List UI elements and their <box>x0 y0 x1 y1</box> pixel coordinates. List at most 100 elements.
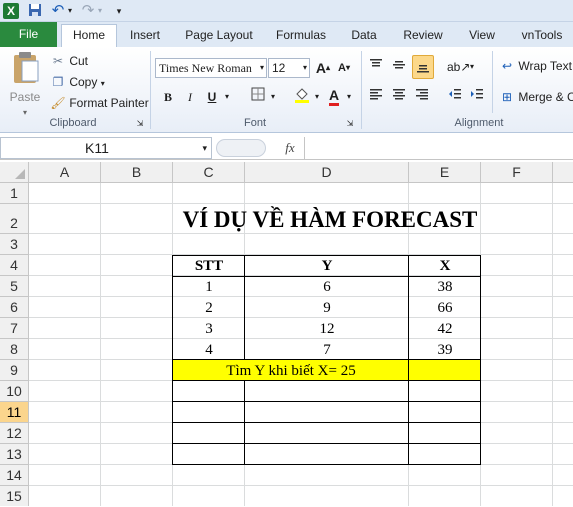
cell-stt[interactable]: 1 <box>173 277 245 297</box>
bold-button[interactable]: B <box>158 87 178 107</box>
customize-qat-icon[interactable]: ▾ <box>114 3 124 19</box>
italic-button[interactable]: I <box>180 87 200 107</box>
wrap-text-label: Wrap Text <box>518 59 572 73</box>
underline-dropdown-icon[interactable]: ▾ <box>222 87 232 107</box>
header-stt[interactable]: STT <box>173 256 245 276</box>
column-header-g[interactable] <box>553 162 573 183</box>
redo-dropdown-icon[interactable]: ▾ <box>96 3 104 19</box>
insert-function-button[interactable]: fx <box>278 138 302 158</box>
align-bottom-button[interactable] <box>412 55 434 79</box>
cell-x[interactable]: 39 <box>409 340 481 360</box>
name-box-dropdown-icon[interactable]: ▾ <box>202 138 207 158</box>
font-name-select[interactable]: Times New Roman ▾ <box>155 58 267 78</box>
cell-stt[interactable]: 2 <box>173 298 245 318</box>
fill-color-button[interactable] <box>292 87 312 107</box>
name-box-value: K11 <box>85 140 109 156</box>
paste-button[interactable]: Paste ▾ <box>7 51 43 117</box>
underline-button[interactable]: U <box>202 87 222 107</box>
name-box[interactable]: K11 ▾ <box>0 137 212 159</box>
increase-indent-button[interactable] <box>467 87 487 107</box>
row-header[interactable]: 2 <box>0 204 29 234</box>
row-header[interactable]: 6 <box>0 297 29 318</box>
wrap-text-button[interactable]: ↩ Wrap Text <box>499 58 572 74</box>
table-border <box>244 380 245 465</box>
merge-center-button[interactable]: ⊞ Merge & C <box>499 89 573 105</box>
tab-insert[interactable]: Insert <box>122 25 168 47</box>
fill-color-dropdown-icon[interactable]: ▾ <box>312 87 322 107</box>
ribbon-home: Paste ▾ ✂ Cut ❐ Copy ▾ 🖌 Format Painter … <box>0 47 573 133</box>
font-launcher-icon[interactable]: ⇲ <box>344 117 356 131</box>
align-center-button[interactable] <box>389 87 409 107</box>
tab-review[interactable]: Review <box>396 25 450 47</box>
cell-stt[interactable]: 4 <box>173 340 245 360</box>
copy-button[interactable]: ❐ Copy ▾ <box>50 74 105 92</box>
cell-stt[interactable]: 3 <box>173 319 245 339</box>
undo-dropdown-icon[interactable]: ▾ <box>66 3 74 19</box>
save-icon[interactable] <box>28 3 42 19</box>
cell-x[interactable]: 66 <box>409 298 481 318</box>
align-left-button[interactable] <box>366 87 386 107</box>
tab-data[interactable]: Data <box>344 25 384 47</box>
orientation-dropdown-icon[interactable]: ▾ <box>467 57 477 77</box>
row-header[interactable]: 5 <box>0 276 29 297</box>
excel-icon[interactable]: X <box>3 3 19 19</box>
cell-x[interactable]: 42 <box>409 319 481 339</box>
tab-vntools[interactable]: vnTools <box>514 25 570 47</box>
cell-y[interactable]: 6 <box>245 277 409 297</box>
row-header[interactable]: 10 <box>0 381 29 402</box>
row-header[interactable]: 9 <box>0 360 29 381</box>
tab-page-layout[interactable]: Page Layout <box>180 25 258 47</box>
row-header-selected[interactable]: 11 <box>0 402 29 423</box>
column-header-c[interactable]: C <box>173 162 245 183</box>
align-right-button[interactable] <box>412 87 432 107</box>
column-header-a[interactable]: A <box>29 162 101 183</box>
header-x[interactable]: X <box>409 256 481 276</box>
column-header-d[interactable]: D <box>245 162 409 183</box>
cell-y[interactable]: 12 <box>245 319 409 339</box>
select-all-corner[interactable] <box>0 162 29 183</box>
align-middle-icon <box>393 61 405 69</box>
header-y[interactable]: Y <box>245 256 409 276</box>
shrink-font-button[interactable]: A▾ <box>334 58 354 78</box>
tab-formulas[interactable]: Formulas <box>270 25 332 47</box>
cell-x[interactable]: 38 <box>409 277 481 297</box>
tab-view[interactable]: View <box>462 25 502 47</box>
find-y-cell[interactable]: Tìm Y khi biết X= 25 <box>173 361 409 381</box>
align-top-button[interactable] <box>366 57 386 77</box>
cell-y[interactable]: 7 <box>245 340 409 360</box>
font-color-button[interactable]: A <box>324 85 344 106</box>
formula-bar: K11 ▾ fx <box>0 136 573 160</box>
row-header[interactable]: 7 <box>0 318 29 339</box>
column-header-f[interactable]: F <box>481 162 553 183</box>
formula-bar-handle[interactable] <box>216 139 266 157</box>
sheet-title[interactable]: VÍ DỤ VỀ HÀM FORECAST <box>120 207 540 233</box>
font-color-dropdown-icon[interactable]: ▾ <box>344 87 354 107</box>
grow-font-button[interactable]: A▴ <box>313 58 333 78</box>
row-header[interactable]: 12 <box>0 423 29 444</box>
row-header[interactable]: 4 <box>0 255 29 276</box>
tab-file[interactable]: File <box>0 22 57 47</box>
formula-input[interactable] <box>304 137 573 159</box>
column-header-b[interactable]: B <box>101 162 173 183</box>
borders-button[interactable] <box>248 87 268 107</box>
borders-dropdown-icon[interactable]: ▾ <box>268 87 278 107</box>
format-painter-button[interactable]: 🖌 Format Painter <box>50 95 148 111</box>
row-header[interactable]: 13 <box>0 444 29 465</box>
align-middle-button[interactable] <box>389 57 409 77</box>
undo-icon[interactable]: ↶ <box>50 3 66 19</box>
column-header-e[interactable]: E <box>409 162 481 183</box>
cell-y[interactable]: 9 <box>245 298 409 318</box>
row-header[interactable]: 1 <box>0 183 29 204</box>
cut-button[interactable]: ✂ Cut <box>50 53 88 69</box>
row-header[interactable]: 8 <box>0 339 29 360</box>
table-border <box>172 255 481 256</box>
row-header[interactable]: 3 <box>0 234 29 255</box>
orientation-button[interactable]: ab↗ <box>447 57 470 77</box>
decrease-indent-button[interactable] <box>445 87 465 107</box>
row-header[interactable]: 14 <box>0 465 29 486</box>
row-header[interactable]: 15 <box>0 486 29 506</box>
font-size-select[interactable]: 12 ▾ <box>268 58 310 78</box>
clipboard-launcher-icon[interactable]: ⇲ <box>134 117 146 131</box>
tab-home[interactable]: Home <box>61 24 117 47</box>
redo-icon[interactable]: ↷ <box>80 3 96 19</box>
